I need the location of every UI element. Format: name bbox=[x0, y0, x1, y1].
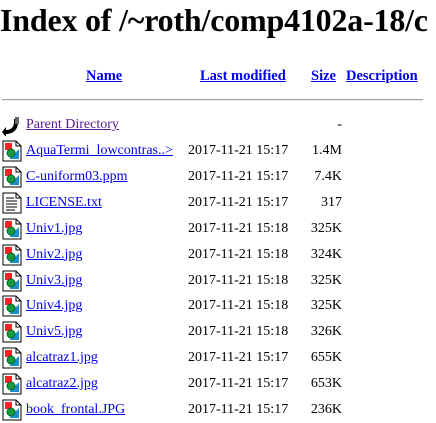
file-size: 655K bbox=[310, 350, 342, 366]
file-row: C-uniform03.ppm 2017-11-21 15:17 7.4K bbox=[0, 165, 436, 189]
image-icon bbox=[2, 244, 22, 266]
file-modified: 2017-11-21 15:18 bbox=[188, 220, 289, 236]
file-row: Univ3.jpg 2017-11-21 15:18 325K bbox=[0, 269, 436, 293]
file-row: Univ5.jpg 2017-11-21 15:18 326K bbox=[0, 320, 436, 344]
file-row: LICENSE.txt 2017-11-21 15:17 317 bbox=[0, 191, 436, 215]
image-icon bbox=[2, 295, 22, 317]
file-link[interactable]: Univ2.jpg bbox=[26, 247, 82, 263]
file-size: 325K bbox=[310, 272, 342, 288]
file-modified: 2017-11-21 15:17 bbox=[188, 194, 289, 210]
file-link[interactable]: Univ5.jpg bbox=[26, 324, 82, 340]
parent-directory-row: Parent Directory - bbox=[0, 113, 436, 137]
file-size: 325K bbox=[310, 298, 342, 314]
page-title: Index of /~roth/comp4102a-18/c bbox=[0, 2, 428, 38]
file-link[interactable]: alcatraz1.jpg bbox=[26, 350, 98, 366]
image-icon bbox=[2, 218, 22, 240]
file-row: alcatraz1.jpg 2017-11-21 15:17 655K bbox=[0, 346, 436, 370]
file-modified: 2017-11-21 15:17 bbox=[188, 402, 289, 417]
file-link[interactable]: Univ4.jpg bbox=[26, 298, 82, 314]
file-link[interactable]: alcatraz2.jpg bbox=[26, 376, 98, 392]
back-arrow-icon bbox=[2, 117, 19, 136]
image-icon bbox=[2, 166, 22, 188]
divider bbox=[2, 99, 423, 101]
image-icon bbox=[2, 321, 22, 343]
file-link[interactable]: Univ3.jpg bbox=[26, 273, 82, 289]
file-size: 1.4M bbox=[312, 143, 342, 158]
image-icon bbox=[2, 373, 22, 395]
file-size: 236K bbox=[310, 402, 342, 417]
file-modified: 2017-11-21 15:17 bbox=[188, 143, 289, 158]
file-row: Univ4.jpg 2017-11-21 15:18 325K bbox=[0, 294, 436, 318]
image-icon bbox=[2, 347, 22, 369]
file-size: 317 bbox=[321, 194, 342, 210]
file-row: Univ1.jpg 2017-11-21 15:18 325K bbox=[0, 217, 436, 241]
file-link[interactable]: LICENSE.txt bbox=[26, 195, 102, 211]
file-row: AquaTermi_lowcontras..> 2017-11-21 15:17 1… bbox=[0, 139, 436, 163]
parent-directory-link[interactable]: Parent Directory bbox=[26, 117, 119, 133]
file-row: Univ2.jpg 2017-11-21 15:18 324K bbox=[0, 243, 436, 267]
file-link[interactable]: AquaTermi_lowcontras..> bbox=[26, 143, 173, 159]
sort-by-size-link[interactable]: Size bbox=[311, 68, 336, 85]
file-size: 326K bbox=[310, 324, 342, 340]
file-modified: 2017-11-21 15:18 bbox=[188, 298, 289, 314]
file-link[interactable]: Univ1.jpg bbox=[26, 221, 82, 237]
file-link[interactable]: C-uniform03.ppm bbox=[26, 169, 128, 185]
file-size: 325K bbox=[310, 220, 342, 236]
image-icon bbox=[2, 399, 22, 421]
parent-size: - bbox=[337, 117, 342, 132]
file-size: 653K bbox=[310, 376, 342, 392]
sort-by-description-link[interactable]: Description bbox=[346, 68, 418, 85]
file-modified: 2017-11-21 15:18 bbox=[188, 246, 289, 262]
file-modified: 2017-11-21 15:17 bbox=[188, 350, 289, 366]
file-size: 7.4K bbox=[314, 168, 342, 184]
text-file-icon bbox=[2, 192, 22, 214]
image-icon bbox=[2, 140, 22, 162]
sort-by-last-modified-link[interactable]: Last modified bbox=[200, 68, 286, 85]
file-size: 324K bbox=[310, 246, 342, 262]
file-modified: 2017-11-21 15:17 bbox=[188, 376, 289, 392]
sort-by-name-link[interactable]: Name bbox=[86, 68, 122, 85]
image-icon bbox=[2, 270, 22, 292]
file-row: book_frontal.JPG 2017-11-21 15:17 236K bbox=[0, 398, 436, 422]
file-link[interactable]: book_frontal.JPG bbox=[26, 402, 125, 418]
file-modified: 2017-11-21 15:17 bbox=[188, 168, 289, 184]
file-row: alcatraz2.jpg 2017-11-21 15:17 653K bbox=[0, 372, 436, 396]
file-modified: 2017-11-21 15:18 bbox=[188, 272, 289, 288]
file-modified: 2017-11-21 15:18 bbox=[188, 324, 289, 340]
